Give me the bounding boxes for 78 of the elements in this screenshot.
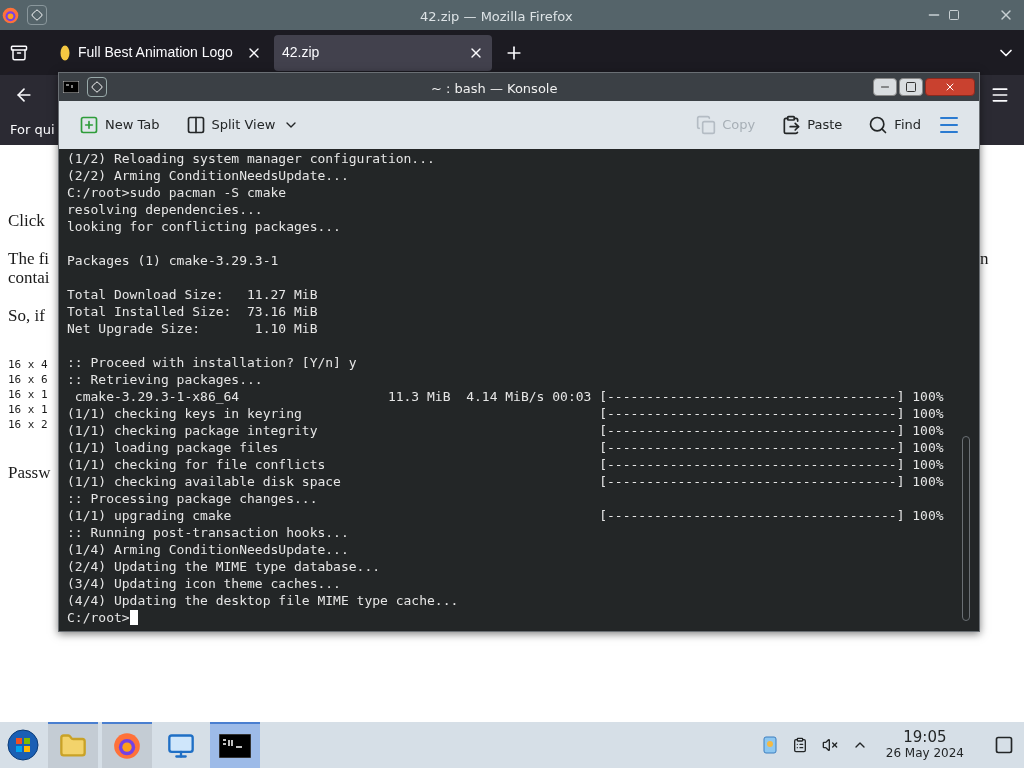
search-icon (868, 115, 889, 135)
monitor-icon (167, 732, 195, 760)
terminal-line: :: Proceed with installation? [Y/n] y (67, 354, 358, 371)
page-text: So, if (8, 306, 46, 325)
bookmarks-text: For qui (10, 121, 55, 140)
diamond-icon (91, 81, 103, 93)
page-text: n (980, 249, 990, 268)
terminal-line: (1/4) Arming ConditionNeedsUpdate... (67, 541, 350, 558)
window-title: ~ : bash — Konsole (431, 80, 558, 98)
terminal-line: (3/4) Updating icon theme caches... (67, 575, 342, 592)
maximize-icon[interactable] (948, 9, 960, 21)
terminal-line: :: Running post-transaction hooks... (67, 524, 350, 541)
page-text: The fi (8, 249, 51, 268)
tab-list-icon[interactable] (10, 43, 28, 62)
show-desktop-icon[interactable] (994, 735, 1014, 755)
copy-icon (696, 115, 717, 135)
page-text: 16 x 1 (8, 402, 49, 417)
terminal-line: resolving dependencies... (67, 201, 264, 218)
terminal-line: looking for conflicting packages... (67, 218, 342, 235)
terminal-line: (1/2) Reloading system manager configuration... (67, 150, 436, 167)
terminal-line: (1/1) checking available disk space [-------------------------------------] 100% (67, 473, 945, 490)
toolbar-button[interactable]: Paste (779, 111, 845, 139)
paste-icon (781, 115, 802, 135)
clipboard-icon[interactable] (791, 737, 808, 753)
page-text: contai (8, 268, 51, 287)
page-text: Passw (8, 463, 52, 482)
diamond-icon (31, 9, 43, 21)
terminal-line: Net Upgrade Size: 1.10 MiB (67, 320, 319, 337)
terminal-prompt: C:/root> (67, 609, 130, 626)
start-orb-icon (7, 729, 39, 761)
terminal-line: Total Download Size: 11.27 MiB (67, 286, 319, 303)
maximize-icon (905, 81, 917, 93)
keep-above-button[interactable] (87, 77, 107, 97)
page-text: 16 x 1 (8, 387, 49, 402)
clock-time[interactable]: 19:05 (903, 729, 947, 745)
maximize-button[interactable] (899, 78, 923, 96)
menu-icon[interactable] (990, 85, 1010, 105)
page-text: 16 x 2 (8, 417, 49, 432)
taskbar-app[interactable] (210, 722, 260, 768)
terminal-line: (1/1) upgrading cmake [-------------------------------------] 100% (67, 507, 945, 524)
folder-icon (59, 732, 87, 760)
window-title: 42.zip — Mozilla Firefox (420, 8, 573, 26)
terminal-line: (1/1) checking package integrity [-------------------------------------] 100% (67, 422, 945, 439)
terminal-line: cmake-3.29.3-1-x86_64 11.3 MiB 4.14 MiB/s 00:03 [-------------------------------------] 100% (73, 388, 945, 405)
terminal-line: C:/root>sudo pacman -S cmake (67, 184, 288, 201)
toolbar-button[interactable]: New Tab (77, 111, 162, 139)
favicon-icon (60, 44, 70, 61)
text-cursor (129, 610, 138, 625)
terminal-icon (219, 734, 251, 758)
tab-label: 42.zip (282, 43, 321, 62)
terminal-line: (2/4) Updating the MIME type database... (67, 558, 382, 575)
page-text: Click (8, 211, 46, 230)
terminal-line: (2/2) Arming ConditionNeedsUpdate... (67, 167, 350, 184)
terminal-line: (1/1) checking keys in keyring [-------------------------------------] 100% (67, 405, 945, 422)
keep-above-button[interactable] (27, 5, 47, 25)
tab-label: Full Best Animation Logo (78, 43, 234, 62)
close-icon (944, 81, 956, 93)
split-view-icon (185, 115, 206, 135)
terminal-line: :: Retrieving packages... (67, 371, 264, 388)
terminal-line: Total Installed Size: 73.16 MiB (67, 303, 319, 320)
toolbar-button[interactable]: Find (866, 111, 923, 139)
page-text: 16 x 6 (8, 372, 49, 387)
terminal-line: (1/1) checking for file conflicts [-------------------------------------] 100% (67, 456, 945, 473)
terminal-line: :: Processing package changes... (67, 490, 319, 507)
terminal-line: (1/1) loading package files [-------------------------------------] 100% (67, 439, 945, 456)
firefox-icon (113, 732, 141, 760)
terminal-line: Packages (1) cmake-3.29.3-1 (67, 252, 280, 269)
terminal-icon (63, 81, 79, 93)
page-text: 16 x 4 (8, 357, 49, 372)
browser-tab[interactable]: 42.zip (274, 34, 492, 71)
muted-speaker-icon[interactable] (821, 737, 838, 753)
minimize-button[interactable] (873, 78, 897, 96)
new-tab-icon (79, 115, 99, 135)
firefox-icon (2, 6, 19, 24)
toolbar-button[interactable]: Split View (183, 111, 278, 139)
terminal-line: (4/4) Updating the desktop file MIME type cache... (67, 592, 460, 609)
browser-tab[interactable]: Full Best Animation Logo (52, 34, 270, 71)
clock-date[interactable]: 26 May 2024 (885, 745, 964, 761)
